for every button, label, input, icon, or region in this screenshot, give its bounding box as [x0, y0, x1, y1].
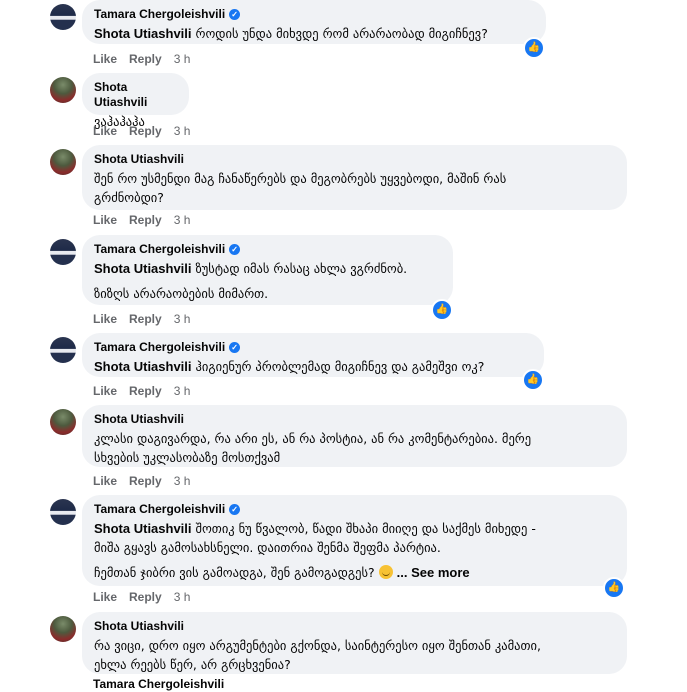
- comment-actions: Like Reply 3 h: [93, 52, 190, 66]
- comment-author[interactable]: Tamara Chergoleishvili: [93, 677, 224, 692]
- like-button[interactable]: Like: [93, 312, 117, 326]
- comment-text-line: რა ვიცი, დრო იყო არგუმენტები გქონდა, საი…: [94, 638, 541, 653]
- avatar[interactable]: [50, 77, 76, 103]
- comment-bubble: Tamara Chergoleishvili ✓ Shota Utiashvil…: [82, 235, 453, 305]
- avatar[interactable]: [50, 239, 76, 265]
- comment-bubble: Shota Utiashvili რა ვიცი, დრო იყო არგუმე…: [82, 612, 627, 674]
- like-reaction-icon[interactable]: 👍: [522, 369, 544, 391]
- comment-text: ჰიგიენურ პრობლემად მიგიჩნევ და გამეშვი ო…: [195, 359, 485, 374]
- comment-text-line: შენ რო უსმენდი მაგ ჩანაწერებს და მეგობრე…: [94, 171, 507, 186]
- comment-actions: Like Reply 3 h: [93, 312, 190, 326]
- avatar[interactable]: [50, 149, 76, 175]
- comment-text: ზუსტად იმას რასაც ახლა ვგრძნობ.: [195, 261, 408, 276]
- avatar[interactable]: [50, 4, 76, 30]
- reply-button[interactable]: Reply: [129, 384, 162, 398]
- comment-bubble: Tamara Chergoleishvili ✓ Shota Utiashvil…: [82, 333, 544, 377]
- comment-text-line: მიშა გყავს გამოსახსნელი. დაითრია შენმა შ…: [94, 540, 441, 555]
- smile-emoji-icon: [378, 565, 393, 579]
- mention-link[interactable]: Shota Utiashvili: [94, 359, 192, 374]
- like-reaction-icon[interactable]: 👍: [603, 577, 625, 599]
- comment-text-line: გრძნობდი?: [94, 190, 164, 205]
- comment-bubble: Shota Utiashvili შენ რო უსმენდი მაგ ჩანა…: [82, 145, 627, 210]
- comment-actions: Like Reply 3 h: [93, 384, 190, 398]
- mention-link[interactable]: Shota Utiashvili: [94, 26, 192, 41]
- timestamp[interactable]: 3 h: [174, 124, 191, 138]
- comment-author[interactable]: Shota Utiashvili: [94, 152, 184, 167]
- comment-author[interactable]: Tamara Chergoleishvili: [94, 242, 225, 257]
- comment-text: შოთიკ ნუ წვალობ, წადი შხაპი მიიღე და საქ…: [195, 521, 536, 536]
- comment-bubble: Tamara Chergoleishvili ✓ Shota Utiashvil…: [82, 495, 627, 586]
- mention-link[interactable]: Shota Utiashvili: [94, 521, 192, 536]
- avatar[interactable]: [50, 616, 76, 642]
- comment-actions: Like Reply 3 h: [93, 474, 190, 488]
- comment-author[interactable]: Shota Utiashvili: [94, 80, 177, 110]
- comment-author[interactable]: Tamara Chergoleishvili: [94, 502, 225, 517]
- comment-author[interactable]: Shota Utiashvili: [94, 412, 184, 427]
- like-button[interactable]: Like: [93, 590, 117, 604]
- comment-text: როდის უნდა მიხვდე რომ არარაობად მიგიჩნევ…: [195, 26, 488, 41]
- verified-badge-icon: ✓: [229, 504, 241, 515]
- timestamp[interactable]: 3 h: [174, 590, 191, 604]
- timestamp[interactable]: 3 h: [174, 384, 191, 398]
- reply-button[interactable]: Reply: [129, 590, 162, 604]
- comment-text-line: ზიზღს არარაობების მიმართ.: [94, 286, 269, 301]
- see-more-link[interactable]: ... See more: [397, 565, 470, 580]
- avatar[interactable]: [50, 409, 76, 435]
- timestamp[interactable]: 3 h: [174, 474, 191, 488]
- verified-badge-icon: ✓: [229, 342, 241, 353]
- comment-author[interactable]: Shota Utiashvili: [94, 619, 184, 634]
- comment-text-line: სხვების უკლასობაზე მოსთქვამ: [94, 450, 281, 465]
- comment-author[interactable]: Tamara Chergoleishvili: [94, 340, 225, 355]
- mention-link[interactable]: Shota Utiashvili: [94, 261, 192, 276]
- comment-bubble: Tamara Chergoleishvili ✓ Shota Utiashvil…: [82, 0, 546, 44]
- reply-button[interactable]: Reply: [129, 312, 162, 326]
- comment-author[interactable]: Tamara Chergoleishvili: [94, 7, 225, 22]
- avatar[interactable]: [50, 337, 76, 363]
- comment-actions: Like Reply 3 h: [93, 124, 190, 138]
- comment-bubble: Shota Utiashvili ვაჰაჰაჰა: [82, 73, 189, 129]
- timestamp[interactable]: 3 h: [174, 52, 191, 66]
- like-reaction-icon[interactable]: 👍: [431, 299, 453, 321]
- comment-bubble: Shota Utiashvili კლასი დაგივარდა, რა არი…: [82, 405, 627, 467]
- like-button[interactable]: Like: [93, 52, 117, 66]
- verified-badge-icon: ✓: [229, 9, 241, 20]
- avatar[interactable]: [50, 499, 76, 525]
- reply-button[interactable]: Reply: [129, 124, 162, 138]
- like-reaction-icon[interactable]: 👍: [523, 37, 545, 59]
- comment-text-line: ჩემთან ჯიბრი ვის გამოადგა, შენ გამოგადგე…: [94, 565, 375, 580]
- comment-actions: Like Reply 3 h: [93, 213, 190, 227]
- reply-button[interactable]: Reply: [129, 52, 162, 66]
- timestamp[interactable]: 3 h: [174, 213, 191, 227]
- timestamp[interactable]: 3 h: [174, 312, 191, 326]
- like-button[interactable]: Like: [93, 384, 117, 398]
- comment-text-line: ეხლა რეებს წერ, არ გრცხვენია?: [94, 657, 291, 672]
- reply-button[interactable]: Reply: [129, 474, 162, 488]
- reply-button[interactable]: Reply: [129, 213, 162, 227]
- like-button[interactable]: Like: [93, 474, 117, 488]
- verified-badge-icon: ✓: [229, 244, 241, 255]
- comment-text-line: კლასი დაგივარდა, რა არი ეს, ან რა პოსტია…: [94, 431, 532, 446]
- like-button[interactable]: Like: [93, 213, 117, 227]
- like-button[interactable]: Like: [93, 124, 117, 138]
- comment-actions: Like Reply 3 h: [93, 590, 190, 604]
